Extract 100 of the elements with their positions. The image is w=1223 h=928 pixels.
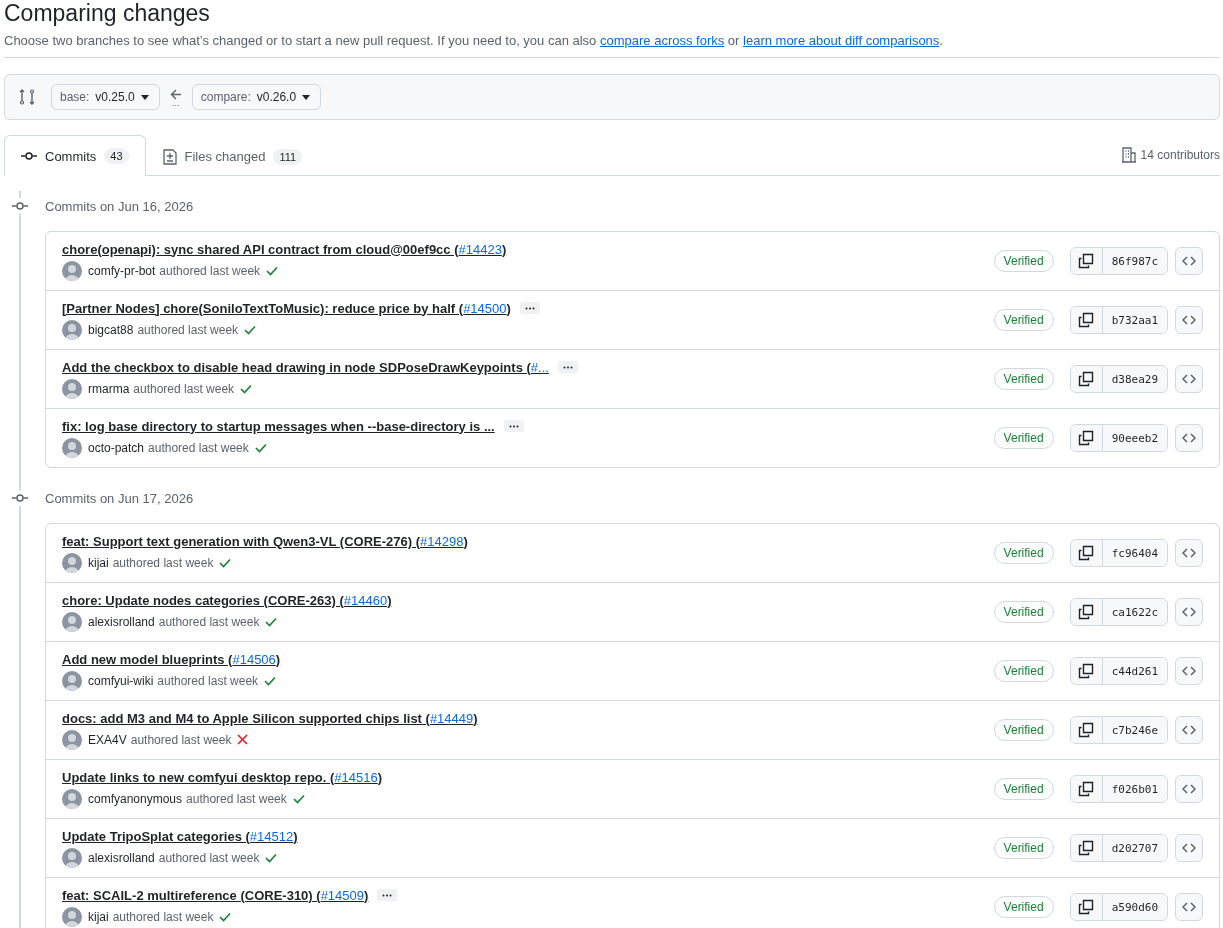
copy-button[interactable] [1070,835,1103,861]
authored-time: authored last week [112,555,214,570]
check-icon[interactable] [266,265,279,276]
pr-link[interactable]: #14298 [420,533,464,549]
check-icon[interactable] [292,793,305,804]
check-icon[interactable] [265,616,278,627]
copy-button[interactable] [1070,658,1103,684]
verified-badge[interactable]: Verified [993,896,1054,918]
author-name[interactable]: comfyui-wiki [88,673,154,688]
browse-code-button[interactable] [1175,306,1203,334]
contributors-link[interactable]: 14 contributors [1140,148,1220,162]
expand-button[interactable] [519,302,540,314]
code-icon [1182,901,1196,913]
avatar[interactable] [62,847,82,868]
pr-link[interactable]: #... [530,359,549,375]
base-branch-select[interactable]: base: v0.25.0 [51,84,160,110]
verified-badge[interactable]: Verified [993,542,1054,564]
author-name[interactable]: rmarma [88,381,130,396]
commit-title[interactable]: fix: log base directory to startup messages when --base-directory is ... [62,418,495,434]
cross-icon[interactable] [237,734,249,745]
browse-code-button[interactable] [1175,247,1203,275]
commit-title[interactable]: chore: Update nodes categories (CORE-263) (#14460) [62,592,392,608]
avatar[interactable] [62,319,82,340]
copy-button[interactable] [1070,307,1103,333]
tab[interactable]: Commits 43 [4,135,146,176]
expand-button[interactable] [377,889,398,901]
verified-badge[interactable]: Verified [993,660,1054,682]
copy-button[interactable] [1070,425,1103,451]
compare-icon [19,89,35,105]
browse-code-button[interactable] [1175,365,1203,393]
check-icon[interactable] [265,852,278,863]
verified-badge[interactable]: Verified [993,309,1054,331]
authored-time: authored last week [186,791,287,806]
check-icon[interactable] [244,324,257,335]
avatar[interactable] [62,788,82,809]
commit-title[interactable]: chore(openapi): sync shared API contract from cloud@00ef9cc (#14423) [62,241,507,257]
author-name[interactable]: octo-patch [88,440,145,455]
avatar[interactable] [62,611,82,632]
browse-code-button[interactable] [1175,834,1203,862]
pr-link[interactable]: #14506 [232,651,276,667]
avatar[interactable] [62,670,82,691]
check-icon[interactable] [219,557,232,568]
verified-badge[interactable]: Verified [993,778,1054,800]
date-heading: Commits on Jun 16, 2026 [45,198,194,214]
author-name[interactable]: EXA4V [88,732,127,747]
commit-title[interactable]: [Partner Nodes] chore(SoniloTextToMusic): reduce price by half (#14500) [62,300,511,316]
copy-button[interactable] [1070,776,1103,802]
check-icon[interactable] [219,911,232,922]
browse-code-button[interactable] [1175,716,1203,744]
check-icon[interactable] [254,442,267,453]
expand-button[interactable] [503,420,524,432]
commit-title[interactable]: Add the checkbox to disable head drawing in node SDPoseDrawKeypoints (#... [62,359,549,375]
author-name[interactable]: alexisrolland [88,614,155,629]
browse-code-button[interactable] [1175,424,1203,452]
browse-code-button[interactable] [1175,775,1203,803]
commit-title[interactable]: Add new model blueprints (#14506) [62,651,281,667]
author-name[interactable]: bigcat88 [88,322,134,337]
help-link[interactable]: compare across forks [599,33,725,48]
verified-badge[interactable]: Verified [993,250,1054,272]
copy-button[interactable] [1070,540,1103,566]
author-name[interactable]: kijai [88,555,109,570]
author-name[interactable]: alexisrolland [88,850,155,865]
verified-badge[interactable]: Verified [993,601,1054,623]
expand-button[interactable] [557,361,578,373]
pr-link[interactable]: #14509 [320,887,364,903]
browse-code-button[interactable] [1175,893,1203,921]
browse-code-button[interactable] [1175,539,1203,567]
copy-button[interactable] [1070,248,1103,274]
verified-badge[interactable]: Verified [993,719,1054,741]
commit-title[interactable]: Update TripoSplat categories (#14512) [62,828,298,844]
avatar[interactable] [62,260,82,281]
avatar[interactable] [62,729,82,750]
authored-time: authored last week [158,850,260,865]
copy-button[interactable] [1070,894,1103,920]
copy-button[interactable] [1070,599,1103,625]
author-name[interactable]: comfyanonymous [88,791,183,806]
verified-badge[interactable]: Verified [993,427,1054,449]
author-name[interactable]: comfy-pr-bot [88,263,156,278]
avatar[interactable] [62,906,82,927]
pr-link[interactable]: #14516 [334,769,378,785]
verified-badge[interactable]: Verified [993,837,1054,859]
avatar[interactable] [62,378,82,399]
copy-button[interactable] [1070,366,1103,392]
avatar[interactable] [62,437,82,458]
copy-button[interactable] [1070,717,1103,743]
pr-link[interactable]: #14423 [458,241,502,257]
browse-code-button[interactable] [1175,598,1203,626]
commit-title[interactable]: feat: SCAIL-2 multireference (CORE-310) (#14509) [62,887,369,903]
compare-branch-select[interactable]: compare: v0.26.0 [191,84,322,110]
pr-link[interactable]: #14500 [463,300,507,316]
commit-title[interactable]: feat: Support text generation with Qwen3-VL (CORE-276) (#14298) [62,533,468,549]
browse-code-button[interactable] [1175,657,1203,685]
commit-title[interactable]: docs: add M3 and M4 to Apple Silicon supported chips list (#14449) [62,710,478,726]
check-icon[interactable] [240,383,253,394]
verified-badge[interactable]: Verified [993,368,1054,390]
commit-title[interactable]: Update links to new comfyui desktop repo. (#14516) [62,769,383,785]
tab[interactable]: Files changed 111 [145,136,320,176]
author-name[interactable]: kijai [88,909,109,924]
check-icon[interactable] [264,675,277,686]
avatar[interactable] [62,552,82,573]
